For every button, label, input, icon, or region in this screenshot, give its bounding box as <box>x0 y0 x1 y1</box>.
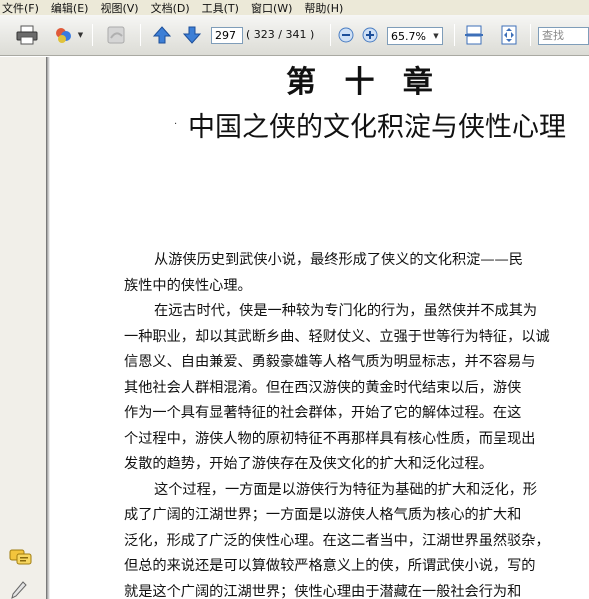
fit-page-button[interactable] <box>498 23 520 47</box>
menu-file[interactable]: 文件(F) <box>2 0 39 16</box>
arrow-down-icon <box>182 26 202 44</box>
page-number-input[interactable]: 297 <box>211 27 243 44</box>
print-button[interactable] <box>14 23 40 47</box>
comments-icon <box>9 549 32 565</box>
section-title: 中国之侠的文化积淀与侠性心理 <box>188 112 566 143</box>
menu-help[interactable]: 帮助(H) <box>304 0 343 16</box>
scan-speck: · <box>174 119 178 130</box>
toolbar-divider <box>454 24 455 46</box>
menu-bar: 文件(F) 编辑(E) 视图(V) 文档(D) 工具(T) 窗口(W) 帮助(H… <box>0 0 589 15</box>
text-line: 成了广阔的江湖世界；一方面是以游侠人格气质为核心的扩大和 <box>124 507 522 523</box>
pen-icon <box>11 581 27 599</box>
toolbar-divider <box>330 24 331 46</box>
zoom-select[interactable]: 65.7% ▼ <box>387 27 443 45</box>
zoom-in-button[interactable] <box>361 23 379 47</box>
signatures-button[interactable] <box>11 581 27 599</box>
text-line: 信恩义、自由兼爱、勇毅豪雄等人格气质为明显标志，并不容易与 <box>124 354 536 370</box>
text-line: 其他社会人群相混淆。但在西汉游侠的黄金时代结束以后，游侠 <box>124 379 522 396</box>
text-line: 一种职业，却以其武断乡曲、轻财仗义、立强于世等行为特征，以诚 <box>124 328 550 345</box>
scrolling-mode-button[interactable] <box>463 23 485 47</box>
comments-button[interactable] <box>9 548 33 572</box>
find-input[interactable]: 查找 <box>538 27 589 45</box>
scroll-pages-icon <box>465 25 483 45</box>
collaborate-icon <box>55 28 71 43</box>
text-line: 这个过程，一方面是以游侠行为特征为基础的扩大和泛化，形 <box>154 481 538 498</box>
text-line: 从游侠历史到武侠小说，最终形成了侠义的文化积淀——民 <box>154 252 523 268</box>
text-line: 发散的趋势，开始了游侠存在及侠文化的扩大和泛化过程。 <box>124 456 493 472</box>
next-page-button[interactable] <box>181 23 203 47</box>
fit-page-icon <box>501 25 517 45</box>
menu-view[interactable]: 视图(V) <box>100 0 138 16</box>
text-line: 但总的来说还是可以算做较严格意义上的侠，所谓武侠小说，写的 <box>124 558 536 574</box>
text-line: 族性中的侠性心理。 <box>124 277 252 294</box>
toolbar-divider <box>92 24 93 46</box>
previous-page-button[interactable] <box>151 23 173 47</box>
zoom-out-button[interactable] <box>337 23 355 47</box>
menu-edit[interactable]: 编辑(E) <box>51 0 89 16</box>
text-line: 作为一个具有显著特征的社会群体，开始了它的解体过程。在这 <box>124 405 522 421</box>
menu-window[interactable]: 窗口(W) <box>251 0 292 16</box>
chevron-down-icon: ▼ <box>433 32 439 40</box>
text-line: 个过程中，游侠人物的原初特征不再那样具有核心性质，而呈现出 <box>124 430 536 447</box>
body-text: 从游侠历史到武侠小说，最终形成了侠义的文化积淀——民 族性中的侠性心理。 在远古… <box>124 248 584 599</box>
document-page: 第 十 章 · 中国之侠的文化积淀与侠性心理 从游侠历史到武侠小说，最终形成了侠… <box>50 57 589 599</box>
text-line: 泛化，形成了广泛的侠性心理。在这二者当中，江湖世界虽然驳杂， <box>124 532 550 549</box>
zoom-out-icon <box>338 27 354 43</box>
toolbar: ▼ 297 ( 323 / 341 ) 65.7% ▼ 查找 <box>0 15 589 56</box>
zoom-in-icon <box>362 27 378 43</box>
chevron-down-icon: ▼ <box>77 31 84 39</box>
sign-icon <box>107 26 125 44</box>
navigation-pane <box>0 57 47 599</box>
toolbar-divider <box>530 24 531 46</box>
chapter-title: 第 十 章 <box>286 65 442 100</box>
menu-document[interactable]: 文档(D) <box>151 0 190 16</box>
collaborate-button[interactable]: ▼ <box>50 23 86 47</box>
toolbar-divider <box>140 24 141 46</box>
sign-button[interactable] <box>102 23 132 47</box>
arrow-up-icon <box>152 26 172 44</box>
menu-tools[interactable]: 工具(T) <box>202 0 239 16</box>
zoom-value: 65.7% <box>391 29 426 43</box>
text-line: 在远古时代，侠是一种较为专门化的行为，虽然侠并不成其为 <box>154 303 538 319</box>
text-line: 就是这个广阔的江湖世界；侠性心理由于潜藏在一般社会行为和 <box>124 583 522 599</box>
print-icon <box>16 25 38 45</box>
page-count: ( 323 / 341 ) <box>246 28 315 41</box>
